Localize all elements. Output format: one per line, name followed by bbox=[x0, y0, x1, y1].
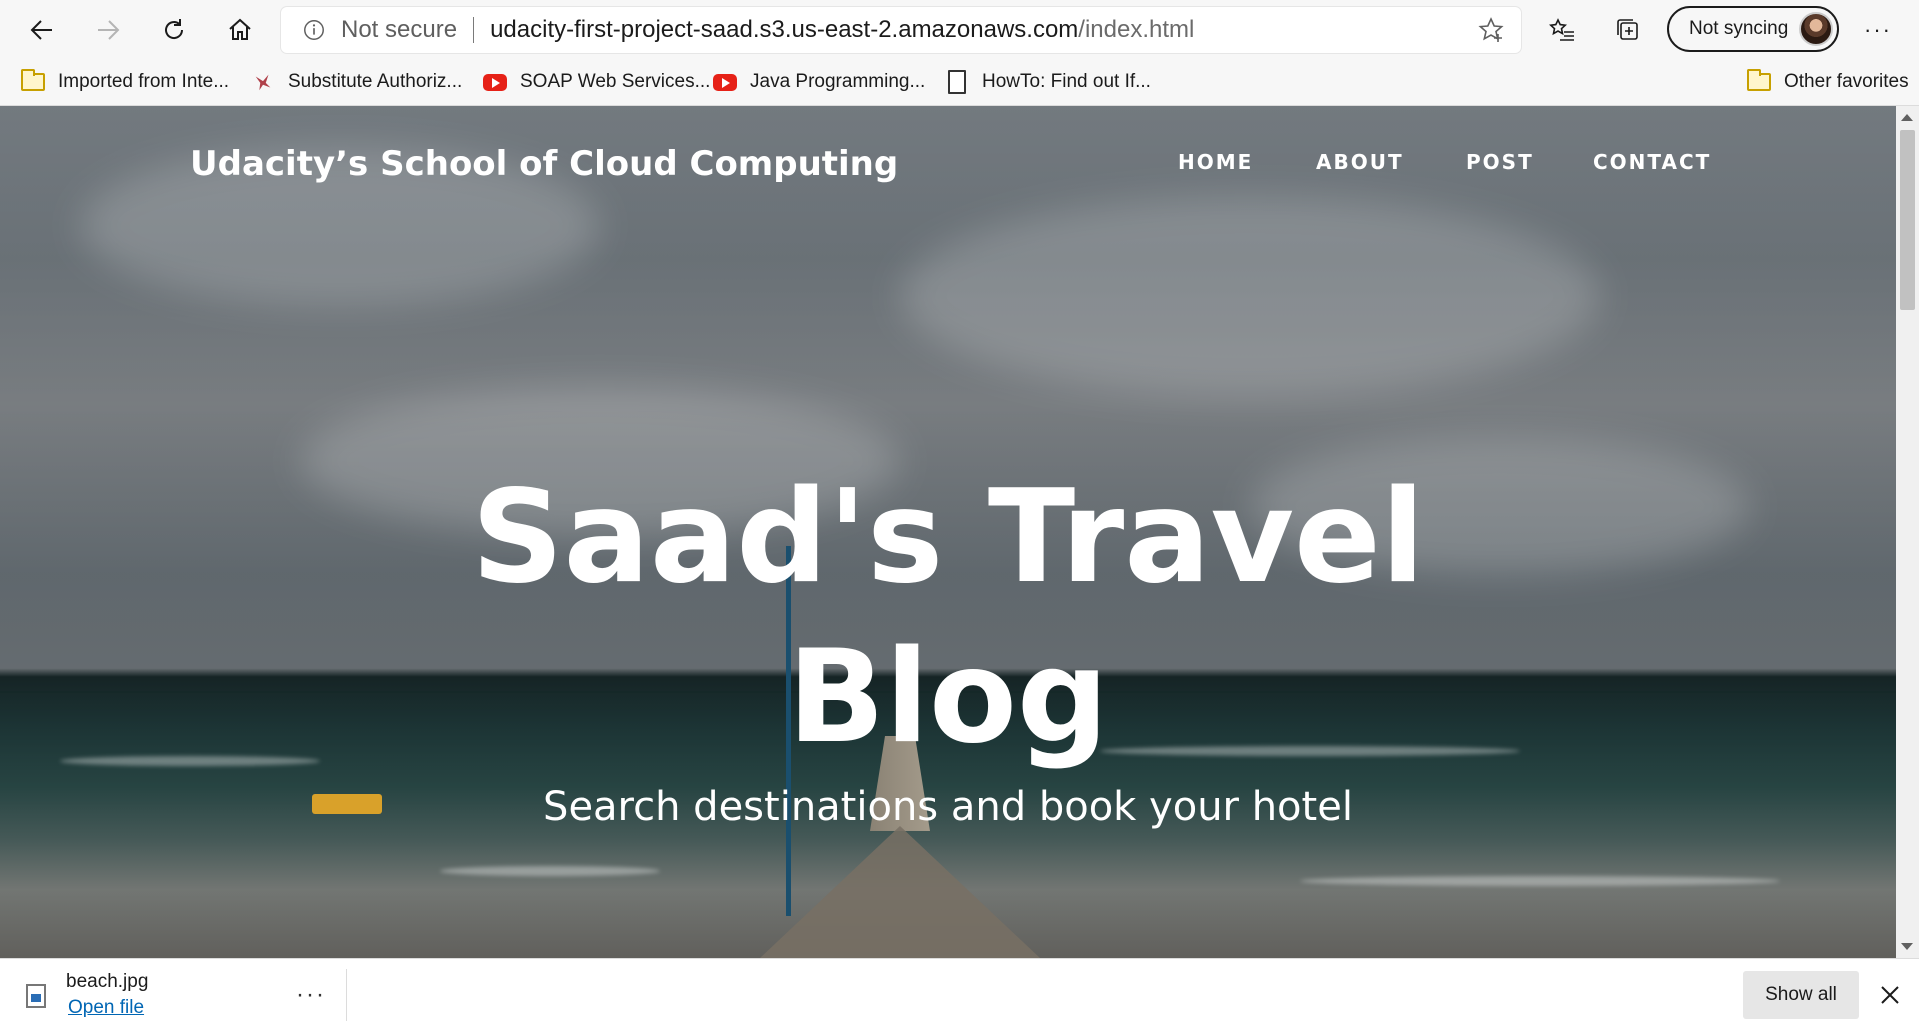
favorite-label: HowTo: Find out If... bbox=[982, 71, 1151, 92]
avatar bbox=[1799, 12, 1833, 46]
collections-icon bbox=[1617, 19, 1638, 40]
scroll-down-arrow-icon[interactable] bbox=[1901, 943, 1913, 950]
browser-toolbar: Not secure udacity-first-project-saad.s3… bbox=[0, 0, 1919, 58]
back-arrow-icon bbox=[30, 20, 52, 40]
favorites-list-icon bbox=[1548, 18, 1574, 41]
youtube-icon bbox=[482, 69, 508, 95]
other-favorites-label: Other favorites bbox=[1784, 71, 1909, 92]
favorite-item[interactable]: SOAP Web Services... bbox=[482, 66, 710, 98]
profile-sync-label: Not syncing bbox=[1689, 18, 1789, 39]
nav-home[interactable]: HOME bbox=[1178, 150, 1253, 174]
forward-button[interactable] bbox=[86, 8, 130, 52]
favorite-item[interactable]: Substitute Authoriz... bbox=[250, 66, 462, 98]
vertical-scrollbar[interactable] bbox=[1896, 106, 1919, 958]
folder-icon bbox=[1746, 69, 1772, 95]
security-label[interactable]: Not secure bbox=[341, 16, 457, 44]
settings-more-button[interactable]: ··· bbox=[1856, 8, 1900, 52]
hero-title-line-1: Saad's Travel bbox=[471, 463, 1425, 612]
other-favorites[interactable]: Other favorites bbox=[1746, 66, 1909, 98]
document-icon bbox=[944, 69, 970, 95]
refresh-button[interactable] bbox=[152, 8, 196, 52]
favorite-label: Imported from Inte... bbox=[58, 71, 230, 92]
favorite-item[interactable]: Imported from Inte... bbox=[20, 66, 229, 98]
open-file-link[interactable]: Open file bbox=[68, 997, 144, 1019]
url-text[interactable]: udacity-first-project-saad.s3.us-east-2.… bbox=[490, 16, 1194, 44]
nav-post[interactable]: POST bbox=[1466, 150, 1534, 174]
favorites-button[interactable] bbox=[1540, 8, 1584, 52]
hero-title: Saad's Travel Blog bbox=[0, 458, 1896, 778]
info-icon[interactable] bbox=[301, 17, 327, 43]
image-file-icon bbox=[26, 984, 46, 1008]
nav-contact[interactable]: CONTACT bbox=[1593, 150, 1711, 174]
favorite-label: Substitute Authoriz... bbox=[288, 71, 463, 92]
collections-button[interactable] bbox=[1606, 8, 1650, 52]
download-separator bbox=[346, 969, 347, 1021]
close-icon[interactable] bbox=[1876, 981, 1904, 1009]
address-bar[interactable]: Not secure udacity-first-project-saad.s3… bbox=[281, 7, 1521, 53]
refresh-icon bbox=[165, 19, 184, 39]
download-bar: beach.jpg Open file ··· Show all bbox=[0, 958, 1919, 1032]
home-button[interactable] bbox=[218, 8, 262, 52]
profile-sync-button[interactable]: Not syncing bbox=[1667, 6, 1839, 52]
favorite-label: SOAP Web Services... bbox=[520, 71, 711, 92]
url-path: /index.html bbox=[1078, 16, 1195, 43]
favorite-item[interactable]: HowTo: Find out If... bbox=[944, 66, 1151, 98]
download-filename[interactable]: beach.jpg bbox=[66, 971, 148, 993]
scroll-up-arrow-icon[interactable] bbox=[1901, 114, 1913, 121]
bird-icon bbox=[250, 69, 276, 95]
forward-arrow-icon bbox=[98, 20, 120, 40]
home-icon bbox=[229, 18, 251, 40]
hero-subtitle: Search destinations and book your hotel bbox=[543, 784, 1353, 830]
youtube-icon bbox=[712, 69, 738, 95]
add-favorite-star-icon[interactable] bbox=[1477, 16, 1505, 44]
favorites-bar: Imported from Inte... Substitute Authori… bbox=[0, 58, 1919, 106]
favorite-item[interactable]: Java Programming... bbox=[712, 66, 925, 98]
url-domain: udacity-first-project-saad.s3.us-east-2.… bbox=[490, 16, 1079, 43]
folder-icon bbox=[20, 69, 46, 95]
download-more-button[interactable]: ··· bbox=[296, 981, 326, 1009]
scrollbar-thumb[interactable] bbox=[1900, 130, 1915, 310]
site-title[interactable]: Udacity’s School of Cloud Computing bbox=[190, 144, 898, 184]
page-viewport: Udacity’s School of Cloud Computing HOME… bbox=[0, 106, 1896, 958]
hero-title-line-2: Blog bbox=[787, 623, 1109, 772]
address-separator bbox=[473, 17, 475, 43]
favorite-label: Java Programming... bbox=[750, 71, 926, 92]
back-button[interactable] bbox=[20, 8, 64, 52]
more-icon: ··· bbox=[1864, 17, 1892, 42]
show-all-button[interactable]: Show all bbox=[1743, 971, 1859, 1019]
nav-about[interactable]: ABOUT bbox=[1316, 150, 1404, 174]
